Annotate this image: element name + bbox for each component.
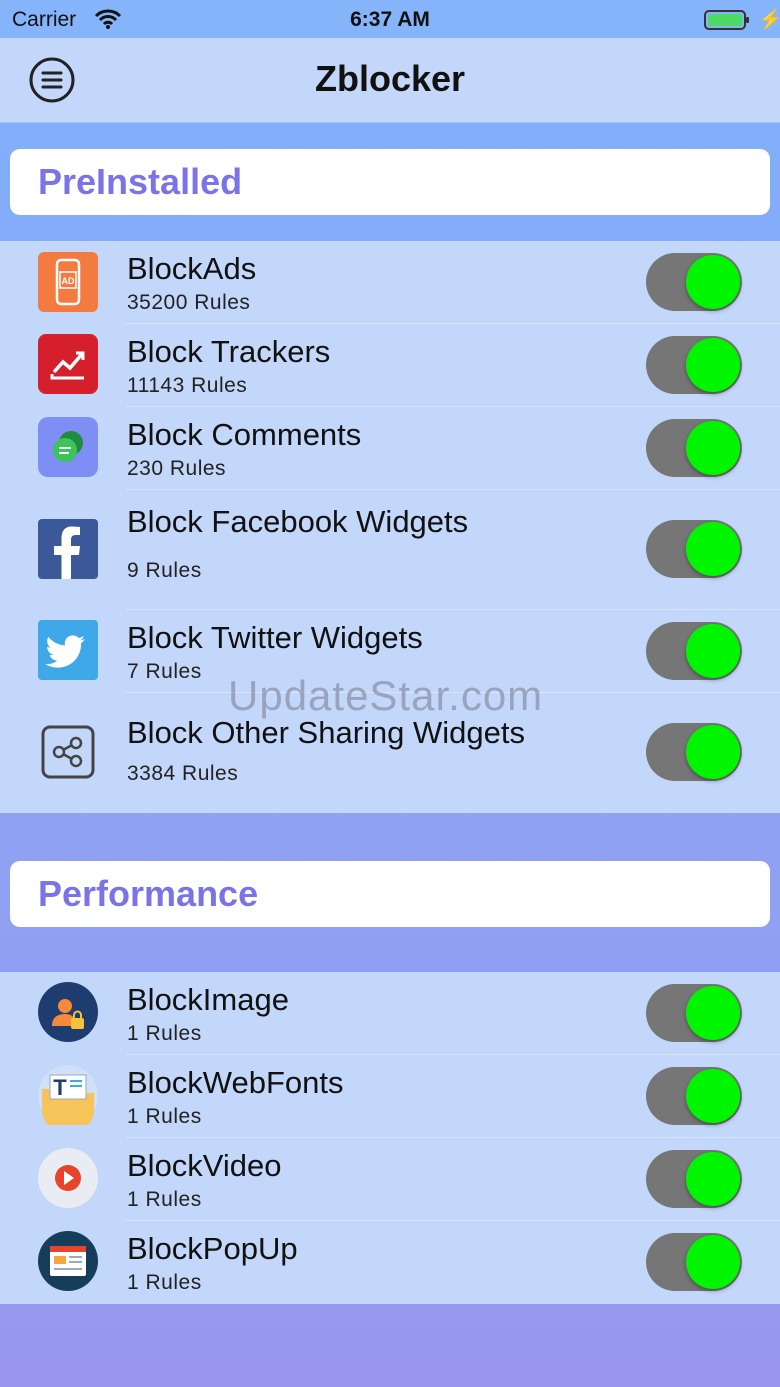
toggle-switch[interactable] <box>646 419 742 477</box>
toggle-switch[interactable] <box>646 1150 742 1208</box>
watermark-text: UpdateStar.com <box>228 672 544 719</box>
rule-count: 1 Rules <box>127 1105 202 1128</box>
video-play-icon <box>38 1148 98 1208</box>
facebook-icon <box>38 519 98 579</box>
popup-window-icon <box>38 1231 98 1291</box>
nav-bar: Zblocker <box>0 38 780 123</box>
list-item: BlockVideo 1 Rules <box>0 1138 780 1221</box>
toggle-switch[interactable] <box>646 336 742 394</box>
list-item: AD BlockAds 35200 Rules <box>0 241 780 324</box>
rule-name: Block Comments <box>127 417 362 452</box>
rule-name: Block Trackers <box>127 334 331 369</box>
comment-bubble-icon <box>38 417 98 477</box>
rule-name: BlockAds <box>127 251 257 286</box>
rule-name: BlockPopUp <box>127 1231 298 1266</box>
rule-count: 7 Rules <box>127 660 202 683</box>
rule-count: 11143 Rules <box>127 374 248 397</box>
rule-name: Block Twitter Widgets <box>127 620 423 655</box>
section-header-preinstalled: PreInstalled <box>10 149 770 215</box>
toggle-switch[interactable] <box>646 1233 742 1291</box>
tracker-chart-icon <box>38 334 98 394</box>
rule-name: Block Facebook Widgets <box>127 504 469 539</box>
toggle-switch[interactable] <box>646 984 742 1042</box>
clock: 6:37 AM <box>350 8 430 31</box>
list-item: T BlockWebFonts 1 Rules <box>0 1055 780 1138</box>
rule-name: BlockWebFonts <box>127 1065 344 1100</box>
section-title: PreInstalled <box>38 161 243 202</box>
list-item: Block Trackers 11143 Rules <box>0 324 780 407</box>
status-bar: Carrier 6:37 AM ⚡ <box>0 0 780 38</box>
toggle-switch[interactable] <box>646 253 742 311</box>
rule-count: 1 Rules <box>127 1022 202 1045</box>
rule-count: 35200 Rules <box>127 291 251 314</box>
rule-count: 3384 Rules <box>127 762 239 785</box>
rule-count: 230 Rules <box>127 457 227 480</box>
toggle-switch[interactable] <box>646 1067 742 1125</box>
list-item: Block Facebook Widgets 9 Rules <box>0 490 780 610</box>
section-title: Performance <box>38 873 259 914</box>
battery-icon <box>704 9 750 37</box>
toggle-switch[interactable] <box>646 520 742 578</box>
rule-name: BlockVideo <box>127 1148 282 1183</box>
rule-name: Block Other Sharing Widgets <box>127 715 526 750</box>
list-item: BlockImage 1 Rules <box>0 972 780 1055</box>
section-header-performance: Performance <box>10 861 770 927</box>
font-folder-icon: T <box>38 1065 98 1135</box>
share-icon <box>38 722 98 782</box>
page-title: Zblocker <box>314 58 466 99</box>
charging-icon: ⚡ <box>758 9 780 31</box>
svg-text:AD: AD <box>62 276 75 286</box>
performance-list: BlockImage 1 Rules T BlockWebFonts 1 Rul… <box>0 972 780 1304</box>
svg-text:T: T <box>53 1075 67 1100</box>
list-item: BlockPopUp 1 Rules <box>0 1221 780 1304</box>
twitter-icon <box>38 620 98 680</box>
preinstalled-list: AD BlockAds 35200 Rules Block Trackers 1… <box>0 241 780 813</box>
toggle-switch[interactable] <box>646 723 742 781</box>
rule-count: 9 Rules <box>127 559 202 582</box>
list-item: Block Comments 230 Rules <box>0 407 780 490</box>
rule-count: 1 Rules <box>127 1188 202 1211</box>
toggle-switch[interactable] <box>646 622 742 680</box>
ad-phone-icon: AD <box>38 252 98 312</box>
rule-name: BlockImage <box>127 982 289 1017</box>
image-lock-icon <box>38 982 98 1042</box>
rule-count: 1 Rules <box>127 1271 202 1294</box>
